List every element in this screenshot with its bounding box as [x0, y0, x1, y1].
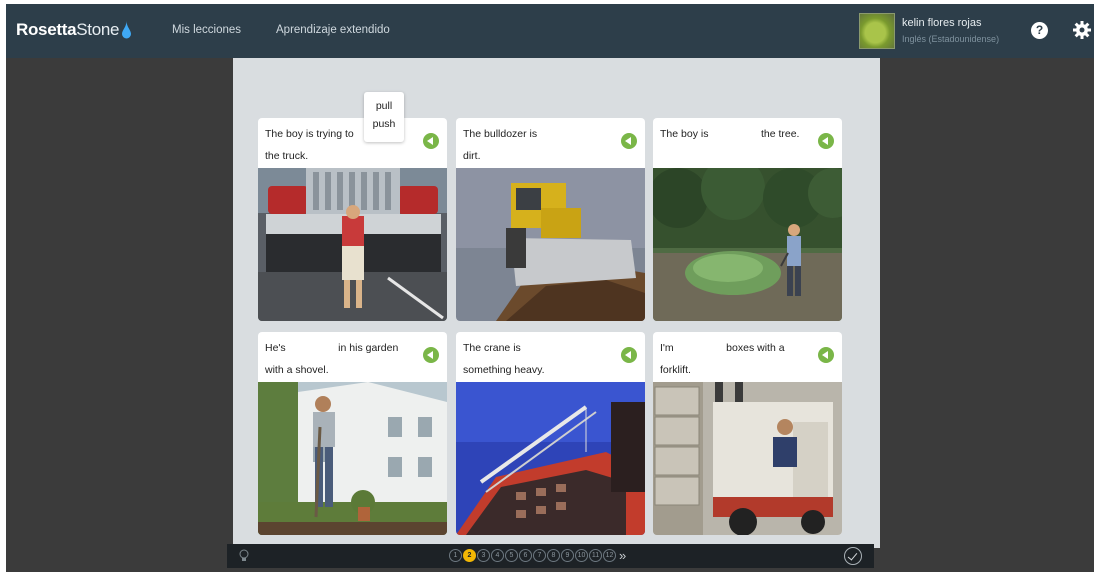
caption-line-2: with a shovel. — [265, 364, 329, 376]
photo-man-driving-forklift — [653, 382, 842, 535]
play-audio-icon[interactable] — [423, 133, 439, 149]
caption-line-2: forklift. — [660, 364, 691, 376]
progress-step-5[interactable]: 5 — [505, 549, 518, 562]
logo-word-stone: Stone — [76, 20, 120, 39]
progress-step-11[interactable]: 11 — [589, 549, 602, 562]
rosetta-stone-logo[interactable]: Rosetta Stone — [16, 20, 132, 40]
caption-line-1: The bulldozer is — [463, 128, 538, 140]
card-caption: The boy is trying to the truck. — [258, 118, 447, 166]
lesson-progress-bar: 1 2 3 4 5 6 7 8 9 10 11 12 » — [227, 544, 874, 568]
complete-check-icon[interactable] — [844, 547, 862, 565]
user-language: Inglés (Estadounidense) — [902, 34, 1000, 44]
word-choice-push[interactable]: push — [364, 118, 404, 130]
progress-step-12[interactable]: 12 — [603, 549, 616, 562]
photo-crane-lifting — [456, 382, 645, 535]
photo-boy-pulling-tree — [653, 168, 842, 321]
card-caption: The boy is the tree. — [653, 118, 842, 166]
progress-step-2-current[interactable]: 2 — [463, 549, 476, 562]
progress-step-3[interactable]: 3 — [477, 549, 490, 562]
play-audio-icon[interactable] — [423, 347, 439, 363]
gear-icon[interactable] — [1072, 20, 1092, 40]
nav-aprendizaje-extendido[interactable]: Aprendizaje extendido — [276, 24, 390, 36]
progress-step-6[interactable]: 6 — [519, 549, 532, 562]
card-caption: The bulldozer is dirt. — [456, 118, 645, 166]
progress-step-10[interactable]: 10 — [575, 549, 588, 562]
help-icon[interactable]: ? — [1031, 22, 1048, 39]
caption-line-1: The boy is trying to — [265, 128, 357, 140]
caption-line-1: The crane is — [463, 342, 521, 354]
word-choice-popup: pull push — [364, 92, 404, 142]
play-audio-icon[interactable] — [621, 347, 637, 363]
play-audio-icon[interactable] — [818, 347, 834, 363]
progress-step-9[interactable]: 9 — [561, 549, 574, 562]
caption-line-2: something heavy. — [463, 364, 545, 376]
progress-step-4[interactable]: 4 — [491, 549, 504, 562]
card-caption: The crane is something heavy. — [456, 332, 645, 380]
caption-line-2: dirt. — [463, 150, 481, 162]
prompt-card-6[interactable]: I'm boxes with a forklift. — [653, 332, 842, 535]
hint-lightbulb-icon[interactable] — [239, 549, 249, 563]
word-choice-pull[interactable]: pull — [364, 100, 404, 112]
progress-steps: 1 2 3 4 5 6 7 8 9 10 11 12 » — [449, 549, 626, 562]
progress-step-1[interactable]: 1 — [449, 549, 462, 562]
prompt-card-1[interactable]: The boy is trying to the truck. — [258, 118, 447, 321]
progress-step-7[interactable]: 7 — [533, 549, 546, 562]
top-navigation-bar: Rosetta Stone Mis lecciones Aprendizaje … — [6, 4, 1094, 58]
play-audio-icon[interactable] — [621, 133, 637, 149]
photo-bulldozer-pushing-dirt — [456, 168, 645, 321]
prompt-card-2[interactable]: The bulldozer is dirt. — [456, 118, 645, 321]
user-name[interactable]: kelin flores rojas — [902, 17, 981, 29]
progress-step-8[interactable]: 8 — [547, 549, 560, 562]
caption-line-1: I'm boxes with a — [660, 342, 785, 354]
prompt-card-4[interactable]: He's in his garden with a shovel. — [258, 332, 447, 535]
logo-word-rosetta: Rosetta — [16, 20, 77, 39]
play-audio-icon[interactable] — [818, 133, 834, 149]
more-steps-chevron-icon[interactable]: » — [619, 549, 626, 562]
photo-man-digging-garden — [258, 382, 447, 535]
prompt-card-3[interactable]: The boy is the tree. — [653, 118, 842, 321]
card-caption: He's in his garden with a shovel. — [258, 332, 447, 380]
nav-mis-lecciones[interactable]: Mis lecciones — [172, 24, 241, 36]
card-caption: I'm boxes with a forklift. — [653, 332, 842, 380]
caption-line-1: He's in his garden — [265, 342, 399, 354]
photo-boy-pushing-truck — [258, 168, 447, 321]
caption-line-1: The boy is the tree. — [660, 128, 800, 140]
caption-line-2: the truck. — [265, 150, 309, 162]
prompt-card-5[interactable]: The crane is something heavy. — [456, 332, 645, 535]
logo-drop-icon — [122, 21, 132, 39]
user-avatar[interactable] — [859, 13, 895, 49]
